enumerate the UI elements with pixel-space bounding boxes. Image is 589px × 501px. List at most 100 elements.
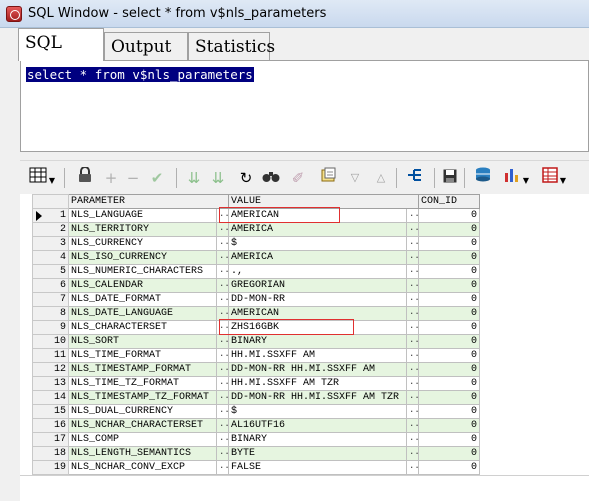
- cell-value[interactable]: AL16UTF16: [228, 418, 408, 433]
- fetch-last-icon[interactable]: ⇊: [208, 167, 228, 189]
- cell-con-id[interactable]: 0: [418, 362, 481, 377]
- cell-con-id[interactable]: 0: [418, 446, 481, 461]
- cell-parameter[interactable]: NLS_TIMESTAMP_FORMAT: [68, 362, 217, 377]
- cell-value[interactable]: DD-MON-RR HH.MI.SSXFF AM: [228, 362, 408, 377]
- cell-editor-button[interactable]: ···: [215, 264, 230, 279]
- cell-con-id[interactable]: 0: [418, 264, 481, 279]
- cell-editor-button[interactable]: ···: [215, 320, 230, 335]
- cell-con-id[interactable]: 0: [418, 432, 481, 447]
- clear-icon[interactable]: ✐: [288, 167, 308, 189]
- cell-editor-button[interactable]: ···: [215, 306, 230, 321]
- cell-value[interactable]: .,: [228, 264, 408, 279]
- row-number[interactable]: 3: [32, 236, 69, 251]
- cell-editor-button[interactable]: ···: [215, 292, 230, 307]
- lock-icon[interactable]: [76, 166, 94, 189]
- table-row[interactable]: 19NLS_NCHAR_CONV_EXCP···FALSE···0: [32, 460, 481, 475]
- fetch-next-icon[interactable]: ⇊: [184, 167, 204, 189]
- cell-value[interactable]: $: [228, 236, 408, 251]
- table-icon[interactable]: ▼: [536, 167, 572, 189]
- cell-con-id[interactable]: 0: [418, 236, 481, 251]
- chart-icon[interactable]: ▼: [498, 167, 534, 189]
- row-number[interactable]: 7: [32, 292, 69, 307]
- cell-parameter[interactable]: NLS_CURRENCY: [68, 236, 217, 251]
- cell-value[interactable]: HH.MI.SSXFF AM: [228, 348, 408, 363]
- cell-editor-button[interactable]: ···: [215, 334, 230, 349]
- column-header-con-id[interactable]: CON_ID: [418, 194, 481, 209]
- cell-editor-button[interactable]: ···: [406, 264, 420, 279]
- row-number[interactable]: 2: [32, 222, 69, 237]
- next-icon[interactable]: ▽: [346, 167, 364, 189]
- cell-parameter[interactable]: NLS_LANGUAGE: [68, 208, 217, 223]
- row-number[interactable]: 1: [32, 208, 69, 223]
- cell-editor-button[interactable]: ···: [406, 390, 420, 405]
- table-row[interactable]: 11NLS_TIME_FORMAT···HH.MI.SSXFF AM···0: [32, 348, 481, 363]
- cell-parameter[interactable]: NLS_LENGTH_SEMANTICS: [68, 446, 217, 461]
- cell-con-id[interactable]: 0: [418, 348, 481, 363]
- row-number[interactable]: 17: [32, 432, 69, 447]
- table-row[interactable]: 3NLS_CURRENCY···$···0: [32, 236, 481, 251]
- table-row[interactable]: 10NLS_SORT···BINARY···0: [32, 334, 481, 349]
- cell-editor-button[interactable]: ···: [406, 446, 420, 461]
- cell-editor-button[interactable]: ···: [406, 362, 420, 377]
- cell-con-id[interactable]: 0: [418, 376, 481, 391]
- row-number[interactable]: 10: [32, 334, 69, 349]
- cell-parameter[interactable]: NLS_TIME_TZ_FORMAT: [68, 376, 217, 391]
- cell-con-id[interactable]: 0: [418, 306, 481, 321]
- column-header-value[interactable]: VALUE: [228, 194, 420, 209]
- find-icon[interactable]: [260, 167, 282, 189]
- cell-editor-button[interactable]: ···: [406, 306, 420, 321]
- cell-parameter[interactable]: NLS_DATE_LANGUAGE: [68, 306, 217, 321]
- cell-parameter[interactable]: NLS_NCHAR_CHARACTERSET: [68, 418, 217, 433]
- row-number[interactable]: 6: [32, 278, 69, 293]
- grid-view-icon[interactable]: ▼: [26, 167, 58, 189]
- cell-editor-button[interactable]: ···: [406, 418, 420, 433]
- cell-editor-button[interactable]: ···: [406, 208, 420, 223]
- row-number[interactable]: 11: [32, 348, 69, 363]
- cell-con-id[interactable]: 0: [418, 222, 481, 237]
- table-row[interactable]: 14NLS_TIMESTAMP_TZ_FORMAT···DD-MON-RR HH…: [32, 390, 481, 405]
- save-icon[interactable]: [440, 167, 460, 189]
- cell-value[interactable]: AMERICA: [228, 222, 408, 237]
- tab-output[interactable]: Output: [104, 32, 188, 60]
- cell-con-id[interactable]: 0: [418, 334, 481, 349]
- table-row[interactable]: 18NLS_LENGTH_SEMANTICS···BYTE···0: [32, 446, 481, 461]
- cell-parameter[interactable]: NLS_CALENDAR: [68, 278, 217, 293]
- row-number[interactable]: 9: [32, 320, 69, 335]
- cell-editor-button[interactable]: ···: [215, 222, 230, 237]
- row-number[interactable]: 19: [32, 460, 69, 475]
- cell-con-id[interactable]: 0: [418, 292, 481, 307]
- cell-value[interactable]: AMERICAN: [228, 306, 408, 321]
- refresh-icon[interactable]: ↻: [236, 167, 256, 189]
- cell-editor-button[interactable]: ···: [215, 460, 230, 475]
- delete-record-icon[interactable]: −: [124, 167, 142, 189]
- cell-parameter[interactable]: NLS_TERRITORY: [68, 222, 217, 237]
- cell-editor-button[interactable]: ···: [215, 432, 230, 447]
- cell-value[interactable]: DD-MON-RR: [228, 292, 408, 307]
- cell-editor-button[interactable]: ···: [215, 348, 230, 363]
- cell-value[interactable]: HH.MI.SSXFF AM TZR: [228, 376, 408, 391]
- table-row[interactable]: 17NLS_COMP···BINARY···0: [32, 432, 481, 447]
- cell-editor-button[interactable]: ···: [406, 460, 420, 475]
- table-row[interactable]: 15NLS_DUAL_CURRENCY···$···0: [32, 404, 481, 419]
- cell-con-id[interactable]: 0: [418, 278, 481, 293]
- cell-con-id[interactable]: 0: [418, 250, 481, 265]
- post-icon[interactable]: ✔: [146, 167, 168, 189]
- table-row[interactable]: 13NLS_TIME_TZ_FORMAT···HH.MI.SSXFF AM TZ…: [32, 376, 481, 391]
- cell-value[interactable]: FALSE: [228, 460, 408, 475]
- cell-parameter[interactable]: NLS_NUMERIC_CHARACTERS: [68, 264, 217, 279]
- tab-statistics[interactable]: Statistics: [188, 32, 275, 60]
- cell-con-id[interactable]: 0: [418, 418, 481, 433]
- cell-value[interactable]: DD-MON-RR HH.MI.SSXFF AM TZR: [228, 390, 408, 405]
- cell-editor-button[interactable]: ···: [215, 390, 230, 405]
- table-row[interactable]: 4NLS_ISO_CURRENCY···AMERICA···0: [32, 250, 481, 265]
- table-row[interactable]: 5NLS_NUMERIC_CHARACTERS···.,···0: [32, 264, 481, 279]
- column-header-parameter[interactable]: PARAMETER: [67, 194, 230, 209]
- previous-icon[interactable]: △: [372, 167, 390, 189]
- tab-sql[interactable]: SQL: [18, 28, 104, 61]
- cell-parameter[interactable]: NLS_NCHAR_CONV_EXCP: [68, 460, 217, 475]
- cell-value[interactable]: AMERICA: [228, 250, 408, 265]
- cell-parameter[interactable]: NLS_SORT: [68, 334, 217, 349]
- cell-con-id[interactable]: 0: [418, 390, 481, 405]
- cell-con-id[interactable]: 0: [418, 460, 481, 475]
- cell-editor-button[interactable]: ···: [215, 362, 230, 377]
